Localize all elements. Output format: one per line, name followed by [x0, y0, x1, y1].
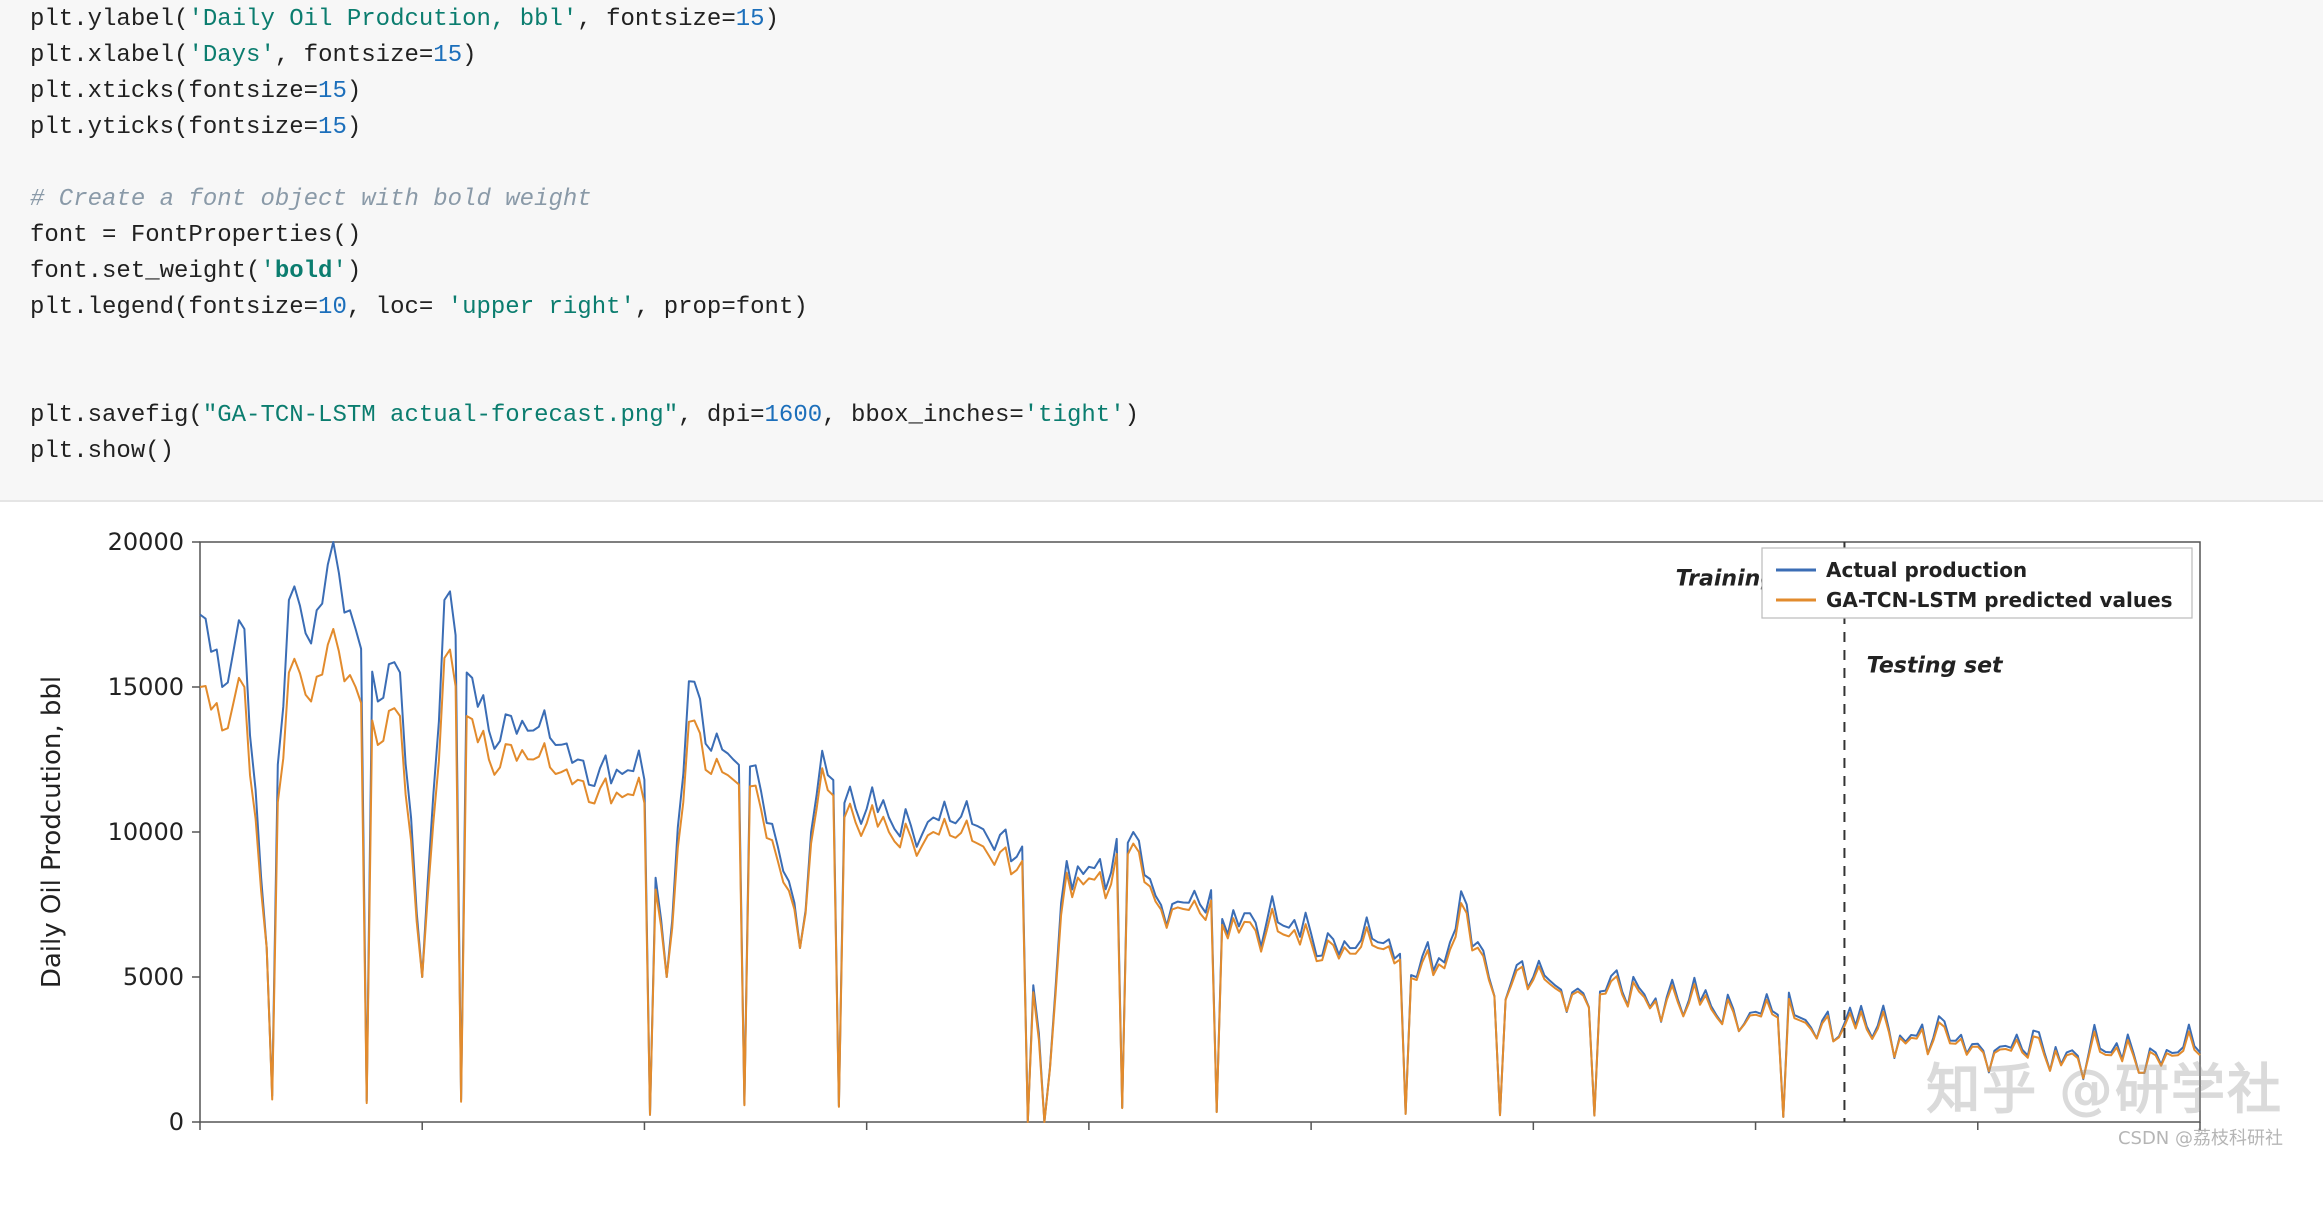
- svg-text:Daily Oil Prodcution, bbl: Daily Oil Prodcution, bbl: [37, 676, 67, 988]
- output-cell: 0 5000 10000 15000 20000 Daily Oil Prodcution…: [0, 501, 2323, 1164]
- svg-text:15000: 15000: [108, 673, 184, 701]
- page-root: plt.ylabel('Daily Oil Prodcution, bbl', …: [0, 0, 2323, 1218]
- svg-text:20000: 20000: [108, 528, 184, 556]
- svg-text:Testing set: Testing set: [1867, 654, 2004, 679]
- code-block: plt.ylabel('Daily Oil Prodcution, bbl', …: [30, 2, 2323, 470]
- svg-text:10000: 10000: [108, 818, 184, 846]
- forecast-chart: 0 5000 10000 15000 20000 Daily Oil Prodcution…: [0, 502, 2323, 1164]
- svg-text:Actual production: Actual production: [1826, 558, 2027, 582]
- svg-text:5000: 5000: [123, 963, 184, 991]
- svg-text:GA-TCN-LSTM predicted values: GA-TCN-LSTM predicted values: [1826, 588, 2173, 612]
- svg-text:0: 0: [169, 1108, 184, 1136]
- code-cell: plt.ylabel('Daily Oil Prodcution, bbl', …: [0, 0, 2323, 501]
